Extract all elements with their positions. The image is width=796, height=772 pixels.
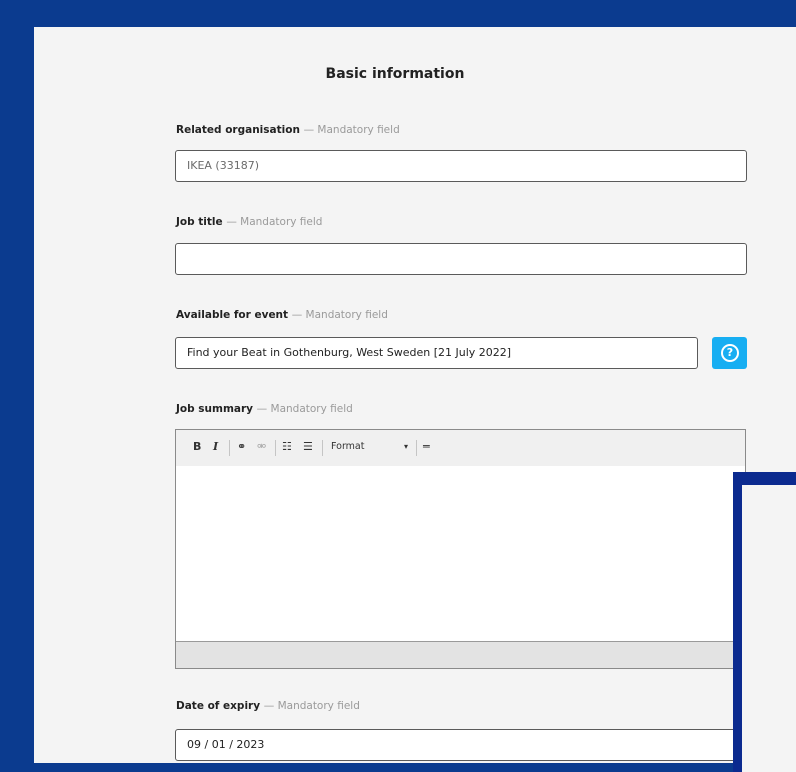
editor-toolbar: B I ⚭ ⚮ ☷ ☰ Format ▾ ═ xyxy=(176,430,745,467)
summary-label: Job summary — Mandatory field xyxy=(176,403,353,415)
toolbar-divider xyxy=(275,440,276,456)
toolbar-divider xyxy=(229,440,230,456)
organisation-input[interactable]: IKEA (33187) xyxy=(175,150,747,182)
expiry-date-input[interactable]: 09 / 01 / 2023 xyxy=(175,729,747,761)
toolbar-divider xyxy=(416,440,417,456)
job-title-required-note: — Mandatory field xyxy=(226,216,323,228)
toolbar-divider xyxy=(322,440,323,456)
organisation-required-note: — Mandatory field xyxy=(303,124,400,136)
event-label: Available for event — Mandatory field xyxy=(176,309,388,321)
event-help-button[interactable]: ? xyxy=(712,337,747,369)
italic-button[interactable]: I xyxy=(213,440,218,453)
expiry-required-note: — Mandatory field xyxy=(263,700,360,712)
summary-editor: B I ⚭ ⚮ ☷ ☰ Format ▾ ═ xyxy=(175,429,746,669)
numbered-list-icon[interactable]: ☰ xyxy=(303,440,313,453)
expiry-label: Date of expiry — Mandatory field xyxy=(176,700,360,712)
link-icon[interactable]: ⚭ xyxy=(237,440,246,453)
unlink-icon[interactable]: ⚮ xyxy=(257,440,266,453)
question-circle-icon: ? xyxy=(721,344,739,362)
organisation-label-text: Related organisation xyxy=(176,124,300,136)
job-title-label-text: Job title xyxy=(176,216,223,228)
event-label-text: Available for event xyxy=(176,309,289,321)
overlay-panel xyxy=(742,485,796,772)
bulleted-list-icon[interactable]: ☷ xyxy=(282,440,292,453)
summary-label-text: Job summary xyxy=(176,403,254,415)
bold-button[interactable]: B xyxy=(193,440,201,453)
job-title-input[interactable] xyxy=(175,243,747,275)
horizontal-rule-icon[interactable]: ═ xyxy=(423,440,430,453)
job-title-label: Job title — Mandatory field xyxy=(176,216,322,228)
format-dropdown[interactable]: Format xyxy=(331,441,364,452)
summary-required-note: — Mandatory field xyxy=(256,403,353,415)
event-required-note: — Mandatory field xyxy=(291,309,388,321)
organisation-label: Related organisation — Mandatory field xyxy=(176,124,400,136)
chevron-down-icon[interactable]: ▾ xyxy=(404,442,408,451)
expiry-label-text: Date of expiry xyxy=(176,700,261,712)
section-title: Basic information xyxy=(325,66,465,82)
summary-text-area[interactable] xyxy=(176,466,745,642)
event-select[interactable]: Find your Beat in Gothenburg, West Swede… xyxy=(175,337,698,369)
editor-status-bar xyxy=(176,641,745,668)
